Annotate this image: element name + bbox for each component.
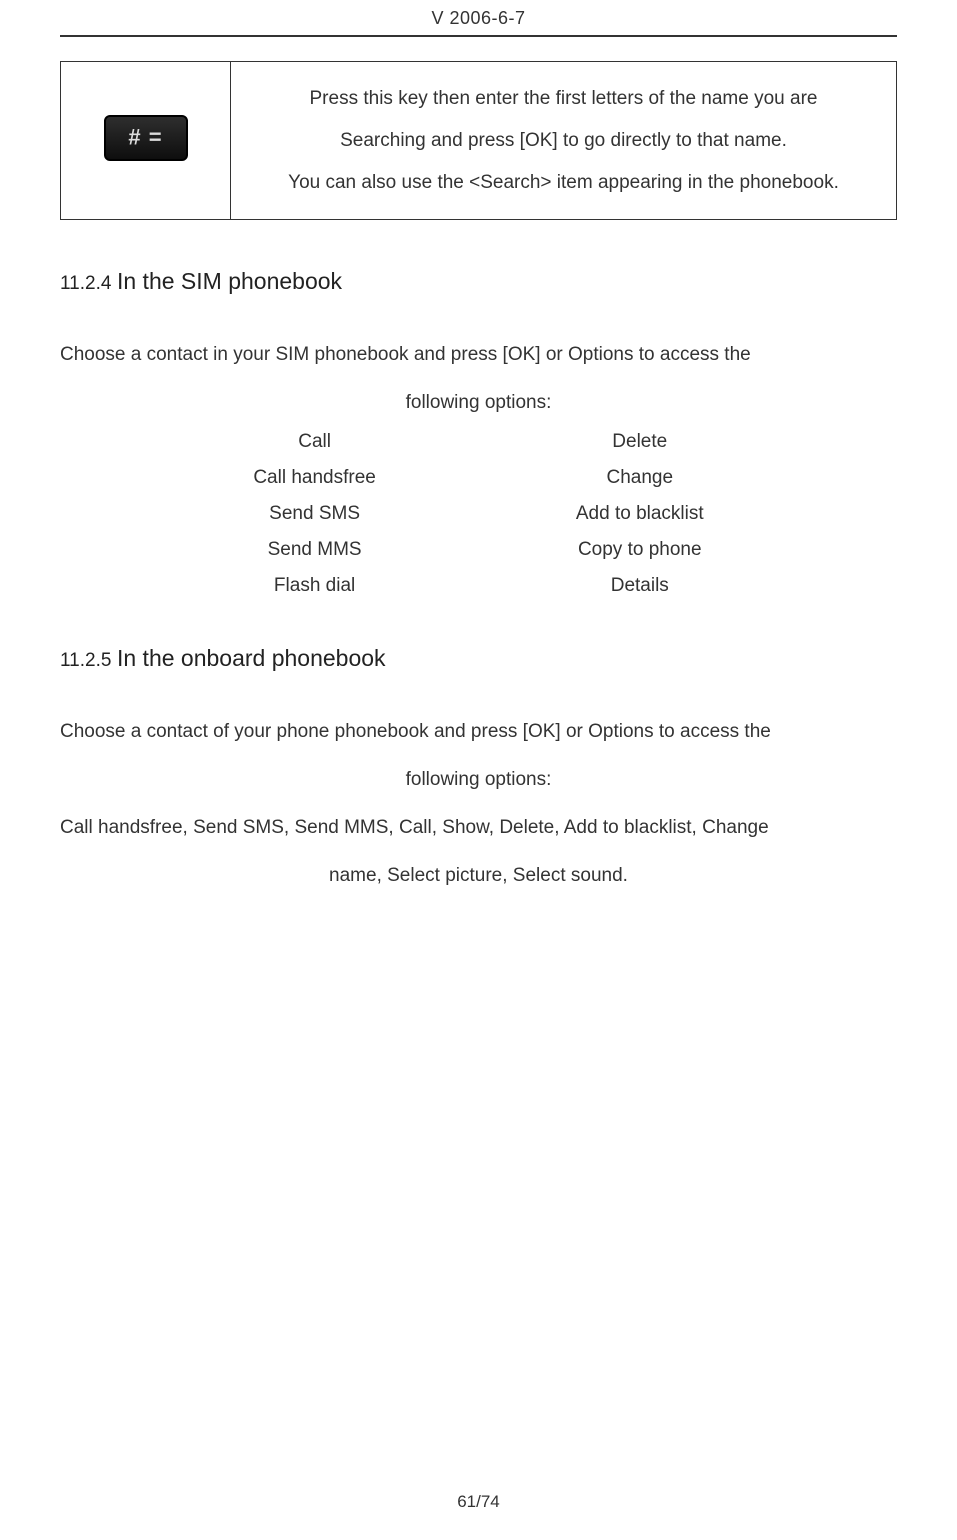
- sim-intro-2: following options:: [60, 383, 897, 423]
- option-item: Flash dial: [274, 575, 355, 597]
- onboard-p1: Choose a contact of your phone phonebook…: [60, 712, 897, 752]
- section-number: 11.2.4: [60, 273, 111, 294]
- option-item: Details: [611, 575, 669, 597]
- onboard-p2: following options:: [60, 760, 897, 800]
- key-cell: [61, 62, 231, 220]
- section-title: In the SIM phonebook: [117, 268, 342, 294]
- option-item: Send SMS: [269, 503, 360, 525]
- option-item: Call handsfree: [253, 467, 376, 489]
- desc-line: You can also use the <Search> item appea…: [249, 162, 878, 204]
- desc-line: Press this key then enter the first lett…: [249, 78, 878, 120]
- page-number: 61/74: [0, 1492, 957, 1512]
- onboard-p3: Call handsfree, Send SMS, Send MMS, Call…: [60, 808, 897, 848]
- option-item: Send MMS: [268, 539, 362, 561]
- section-title: In the onboard phonebook: [117, 645, 386, 671]
- option-item: Call: [298, 431, 331, 453]
- sim-intro-1: Choose a contact in your SIM phonebook a…: [60, 335, 897, 375]
- sim-options-list: Call Call handsfree Send SMS Send MMS Fl…: [60, 431, 897, 597]
- option-item: Delete: [612, 431, 667, 453]
- desc-line: Searching and press [OK] to go directly …: [249, 120, 878, 162]
- section-onboard-phonebook: 11.2.5 In the onboard phonebook: [60, 645, 897, 672]
- option-item: Copy to phone: [578, 539, 702, 561]
- section-sim-phonebook: 11.2.4 In the SIM phonebook: [60, 268, 897, 295]
- section-number: 11.2.5: [60, 650, 111, 671]
- key-description: Press this key then enter the first lett…: [231, 62, 897, 220]
- page-version: V 2006-6-7: [60, 0, 897, 35]
- onboard-p4: name, Select picture, Select sound.: [60, 856, 897, 896]
- header-rule: [60, 35, 897, 37]
- option-item: Change: [606, 467, 673, 489]
- hash-key-icon: [104, 115, 188, 161]
- sim-options-left: Call Call handsfree Send SMS Send MMS Fl…: [253, 431, 376, 597]
- search-key-table: Press this key then enter the first lett…: [60, 61, 897, 220]
- sim-options-right: Delete Change Add to blacklist Copy to p…: [576, 431, 704, 597]
- option-item: Add to blacklist: [576, 503, 704, 525]
